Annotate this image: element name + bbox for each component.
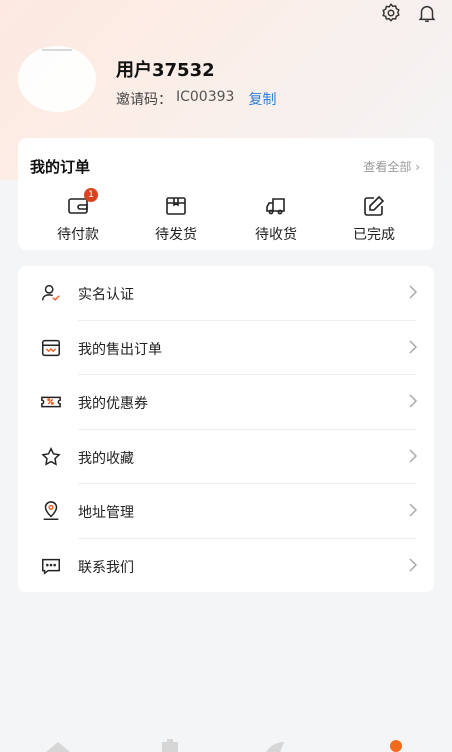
username: 用户37532 <box>116 60 215 81</box>
menu-item-label: 实名认证 <box>78 287 134 303</box>
menu-item-coupons[interactable]: 我的优惠券 <box>18 375 434 430</box>
menu-item-label: 我的优惠券 <box>78 396 148 412</box>
invite-label: 邀请码： <box>116 92 172 108</box>
menu-item-label: 地址管理 <box>78 505 134 521</box>
menu-item-real-name-verification[interactable]: 实名认证 <box>18 266 434 321</box>
order-status-label: 待付款 <box>57 227 99 243</box>
menu-item-address-management[interactable]: 地址管理 <box>18 484 434 539</box>
menu-item-sold-orders[interactable]: 我的售出订单 <box>18 321 434 375</box>
menu-item-contact-us[interactable]: 联系我们 <box>18 539 434 594</box>
menu-item-label: 我的售出订单 <box>78 341 162 358</box>
order-status-label: 待收货 <box>255 227 297 243</box>
chevron-right-icon: › <box>415 160 420 174</box>
chevron-right-icon <box>409 448 418 463</box>
menu-item-favorites[interactable]: 我的收藏 <box>18 430 434 484</box>
bottom-tab-bar <box>0 738 452 752</box>
invite-code-row: 邀请码： IC00393 复制 <box>116 89 276 109</box>
community-tab-icon[interactable] <box>262 738 290 752</box>
orders-card: 我的订单 查看全部 › 1 待付款 待发货 待收货 已完成 <box>18 138 434 250</box>
top-icons <box>380 2 438 24</box>
bell-icon[interactable] <box>416 2 438 24</box>
chevron-right-icon <box>409 394 418 408</box>
order-status-label: 待发货 <box>155 227 197 243</box>
coupon-icon <box>41 396 61 408</box>
view-all-orders-link[interactable]: 查看全部 › <box>363 158 420 175</box>
invite-code: IC00393 <box>176 89 235 105</box>
chevron-right-icon <box>409 503 418 517</box>
chevron-right-icon <box>409 285 418 299</box>
chevron-right-icon <box>409 339 418 354</box>
menu-item-label: 我的收藏 <box>78 450 134 467</box>
avatar-placeholder-text <box>42 49 72 51</box>
message-icon <box>42 558 60 575</box>
menu-item-label: 联系我们 <box>78 559 134 576</box>
home-tab-icon[interactable] <box>44 738 72 752</box>
sold-orders-icon <box>42 339 60 356</box>
location-icon <box>43 501 59 520</box>
edit-done-icon <box>364 195 385 216</box>
order-status-completed[interactable]: 已完成 <box>334 194 414 244</box>
chevron-right-icon <box>409 557 418 572</box>
order-status-pending-payment[interactable]: 1 待付款 <box>38 188 118 244</box>
star-icon <box>41 446 61 466</box>
package-icon <box>166 197 186 215</box>
orders-title: 我的订单 <box>30 158 91 176</box>
settings-gear-icon[interactable] <box>380 2 402 24</box>
order-status-pending-shipment[interactable]: 待发货 <box>136 194 216 244</box>
user-verify-icon <box>42 284 60 301</box>
avatar[interactable] <box>18 46 96 112</box>
truck-icon <box>266 198 285 215</box>
copy-button[interactable]: 复制 <box>248 89 276 109</box>
order-status-pending-receipt[interactable]: 待收货 <box>236 194 316 244</box>
view-all-label: 查看全部 <box>363 160 412 174</box>
menu-card: 实名认证 我的售出订单 我的优惠券 我的收藏 地址管理 联系我们 <box>18 266 434 592</box>
profile-tab-icon[interactable] <box>384 738 408 752</box>
order-status-label: 已完成 <box>353 227 395 243</box>
unpaid-count-badge: 1 <box>84 188 98 202</box>
category-tab-icon[interactable] <box>158 738 182 752</box>
